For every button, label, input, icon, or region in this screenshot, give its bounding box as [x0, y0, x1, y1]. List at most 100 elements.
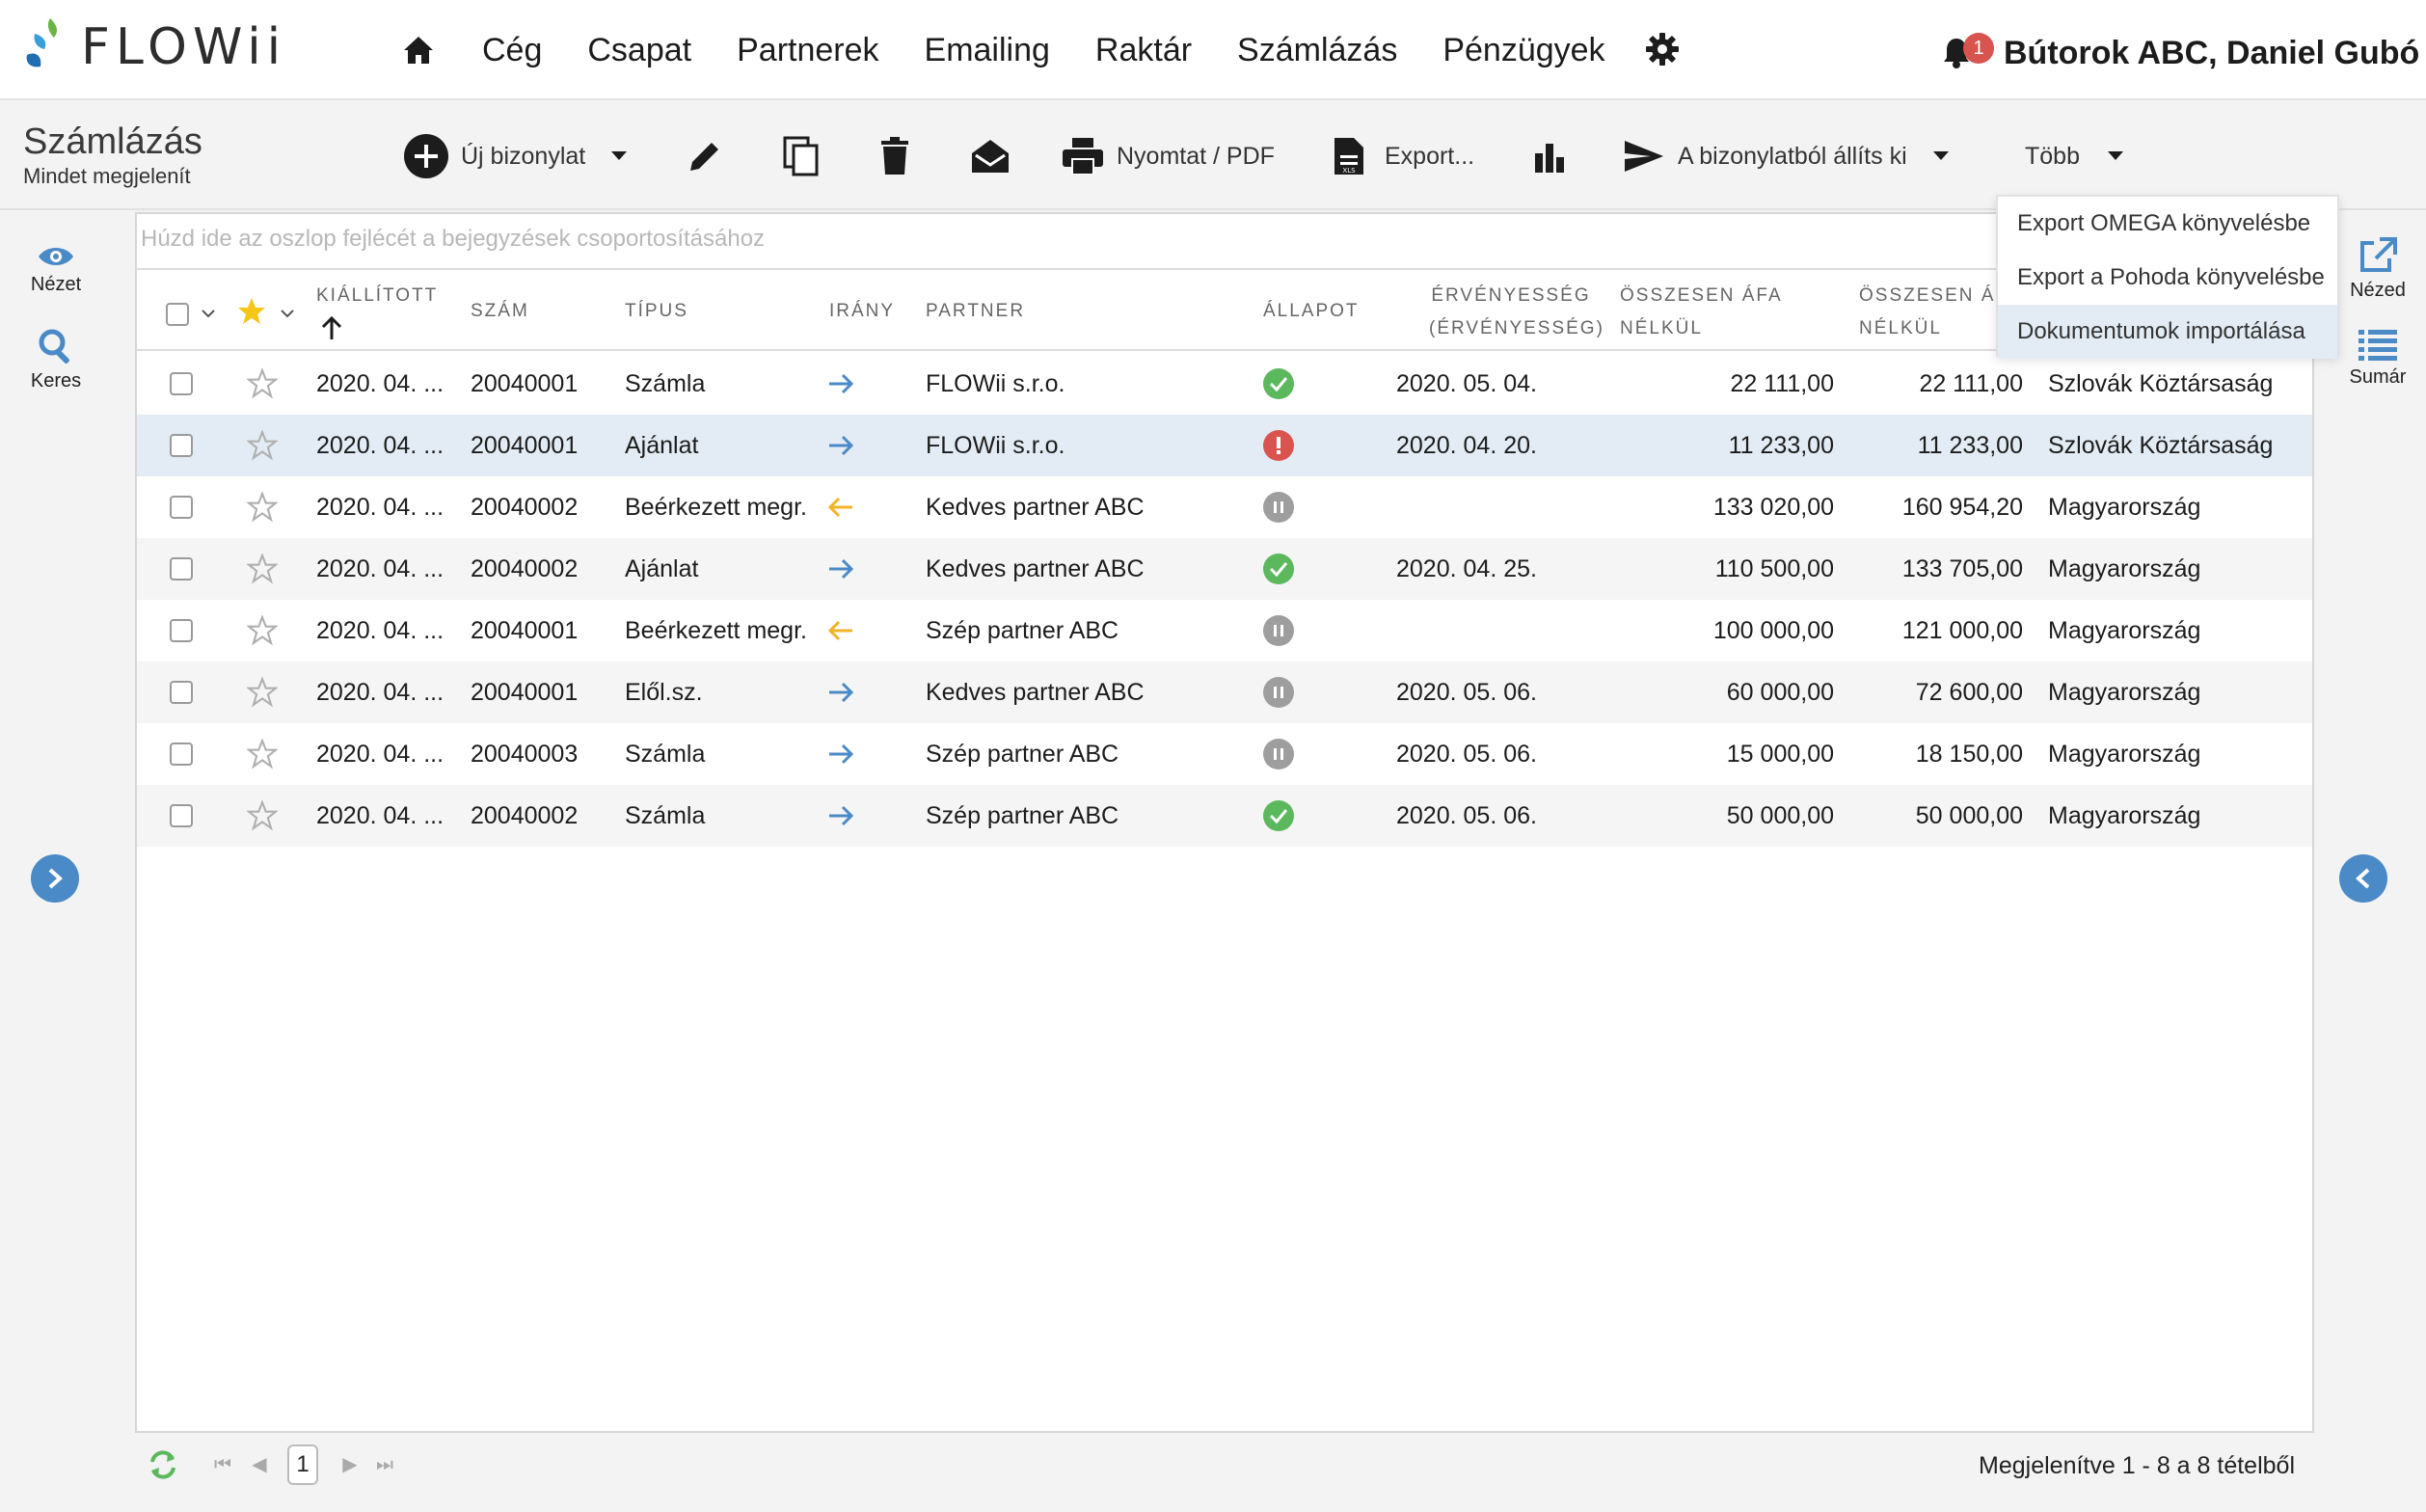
- chevron-down-icon[interactable]: [280, 309, 295, 318]
- logo-text: FLOWii: [81, 18, 287, 76]
- search-toggle[interactable]: Keres: [0, 328, 112, 392]
- column-header-validity[interactable]: ÉRVÉNYESSÉG (ÉRVÉNYESSÉG): [1429, 280, 1603, 345]
- star-outline-icon[interactable]: [247, 615, 278, 646]
- print-pdf-button[interactable]: Nyomtat / PDF: [1063, 102, 1275, 210]
- table-row[interactable]: 2020. 04. ... 20040002 Ajánlat Kedves partn…: [137, 538, 2312, 600]
- status-ok-icon: [1263, 800, 1294, 831]
- row-checkbox[interactable]: [170, 434, 193, 457]
- column-header-issued[interactable]: KIÁLLÍTOTT: [316, 280, 438, 312]
- menu-item-export-omega[interactable]: Export OMEGA könyvelésbe: [1998, 197, 2337, 251]
- cell-issued: 2020. 04. ...: [316, 370, 445, 397]
- preview-label: Nézed: [2350, 280, 2406, 301]
- page-title: Számlázás: [23, 122, 202, 162]
- export-button[interactable]: XLS Export...: [1333, 102, 1474, 210]
- nav-item-csapat[interactable]: Csapat: [587, 32, 691, 69]
- cell-number: 20040001: [471, 617, 579, 644]
- nav-item-emailing[interactable]: Emailing: [925, 32, 1050, 69]
- trash-icon: [881, 137, 908, 175]
- star-outline-icon[interactable]: [247, 739, 278, 770]
- caret-down-icon[interactable]: [610, 150, 628, 162]
- page-subtitle[interactable]: Mindet megjelenít: [23, 164, 191, 189]
- menu-item-export-pohoda[interactable]: Export a Pohoda könyvelésbe: [1998, 251, 2337, 305]
- last-page-button[interactable]: ⏭: [372, 1452, 397, 1477]
- nav-item-ceg[interactable]: Cég: [482, 32, 542, 69]
- notification-badge[interactable]: 1: [1963, 33, 1994, 64]
- table-row[interactable]: 2020. 04. ... 20040001 Ajánlat FLOWii s.r.o…: [137, 415, 2312, 476]
- cell-partner: Kedves partner ABC: [926, 555, 1145, 582]
- row-checkbox[interactable]: [170, 742, 193, 766]
- select-all-checkbox[interactable]: [166, 303, 189, 326]
- current-page-indicator[interactable]: 1: [287, 1444, 318, 1485]
- row-checkbox[interactable]: [170, 557, 193, 580]
- settings-gear-icon[interactable]: [1645, 32, 1682, 68]
- table-row[interactable]: 2020. 04. ... 20040001 Beérkezett megr. Szé…: [137, 600, 2312, 662]
- row-checkbox[interactable]: [170, 619, 193, 642]
- nav-item-partnerek[interactable]: Partnerek: [737, 32, 878, 69]
- row-checkbox[interactable]: [170, 804, 193, 827]
- first-page-button[interactable]: ⏮: [210, 1452, 235, 1477]
- table-row[interactable]: 2020. 04. ... 20040003 Számla Szép partner …: [137, 723, 2312, 785]
- star-outline-icon[interactable]: [247, 677, 278, 708]
- delete-button[interactable]: [879, 102, 910, 210]
- table-row[interactable]: 2020. 04. ... 20040002 Számla Szép partner …: [137, 785, 2312, 847]
- cell-gross-total: 11 233,00: [1917, 432, 2023, 459]
- sort-ascending-icon[interactable]: [320, 316, 343, 341]
- row-checkbox[interactable]: [170, 681, 193, 704]
- arrow-right-icon: [829, 805, 854, 826]
- column-header-net-total[interactable]: ÖSSZESEN ÁFA NÉLKÜL: [1620, 280, 1783, 345]
- star-outline-icon[interactable]: [247, 800, 278, 831]
- row-checkbox[interactable]: [170, 496, 193, 519]
- column-header-status[interactable]: ÁLLAPOT: [1263, 295, 1360, 328]
- divider: [135, 268, 2314, 270]
- cell-net-total: 15 000,00: [1726, 741, 1834, 768]
- star-filled-icon[interactable]: [237, 297, 266, 326]
- group-by-drop-zone[interactable]: Húzd ide az oszlop fejlécét a bejegyzése…: [141, 226, 765, 253]
- home-icon[interactable]: [399, 31, 438, 69]
- edit-button[interactable]: [687, 102, 723, 210]
- user-account-name[interactable]: Bútorok ABC, Daniel Gubó: [2004, 35, 2419, 72]
- nav-item-raktar[interactable]: Raktár: [1095, 32, 1192, 69]
- next-page-button[interactable]: ▶: [337, 1452, 363, 1477]
- menu-item-import-documents[interactable]: Dokumentumok importálása: [1998, 305, 2337, 359]
- cell-partner: Szép partner ABC: [926, 741, 1119, 768]
- table-row[interactable]: 2020. 04. ... 20040001 Elől.sz. Kedves part…: [137, 662, 2312, 723]
- nav-item-penzugyek[interactable]: Pénzügyek: [1442, 32, 1604, 69]
- column-header-partner[interactable]: PARTNER: [926, 295, 1025, 328]
- caret-down-icon[interactable]: [1932, 150, 1950, 162]
- cell-country: Magyarország: [2048, 802, 2201, 829]
- cell-net-total: 133 020,00: [1712, 494, 1834, 521]
- star-outline-icon[interactable]: [247, 554, 278, 584]
- star-outline-icon[interactable]: [247, 492, 278, 523]
- new-document-button[interactable]: Új bizonylat: [403, 102, 628, 210]
- arrow-right-icon: [829, 435, 854, 456]
- star-outline-icon[interactable]: [247, 368, 278, 399]
- cell-net-total: 50 000,00: [1726, 802, 1834, 829]
- table-row[interactable]: 2020. 04. ... 20040001 Számla FLOWii s.r.o.…: [137, 353, 2312, 415]
- column-header-type[interactable]: TÍPUS: [625, 295, 688, 328]
- row-checkbox[interactable]: [170, 372, 193, 395]
- issue-from-document-button[interactable]: A bizonylatból állíts ki: [1624, 102, 1950, 210]
- cell-issued: 2020. 04. ...: [316, 555, 445, 582]
- status-paused-icon: [1263, 615, 1294, 646]
- preview-toggle[interactable]: Nézed: [2330, 237, 2426, 302]
- cell-country: Szlovák Köztársaság: [2048, 370, 2274, 397]
- status-error-icon: [1263, 430, 1294, 461]
- summary-toggle[interactable]: Sumár: [2330, 328, 2426, 389]
- column-header-number[interactable]: SZÁM: [471, 295, 529, 328]
- statistics-button[interactable]: [1533, 102, 1566, 210]
- view-toggle[interactable]: Nézet: [0, 245, 112, 296]
- email-button[interactable]: [970, 102, 1011, 210]
- new-document-label: Új bizonylat: [461, 142, 586, 170]
- previous-page-button[interactable]: ◀: [247, 1452, 272, 1477]
- expand-left-panel-button[interactable]: [31, 854, 79, 903]
- flowii-logo[interactable]: FLOWii: [21, 15, 286, 79]
- collapse-right-panel-button[interactable]: [2339, 854, 2387, 903]
- table-row[interactable]: 2020. 04. ... 20040002 Beérkezett megr. Ked…: [137, 476, 2312, 538]
- refresh-icon[interactable]: [147, 1448, 179, 1481]
- copy-button[interactable]: [783, 102, 820, 210]
- star-outline-icon[interactable]: [247, 430, 278, 461]
- nav-item-szamlazas[interactable]: Számlázás: [1237, 32, 1397, 69]
- column-header-direction[interactable]: IRÁNY: [829, 295, 895, 328]
- cell-number: 20040002: [471, 494, 579, 521]
- chevron-down-icon[interactable]: [201, 309, 216, 318]
